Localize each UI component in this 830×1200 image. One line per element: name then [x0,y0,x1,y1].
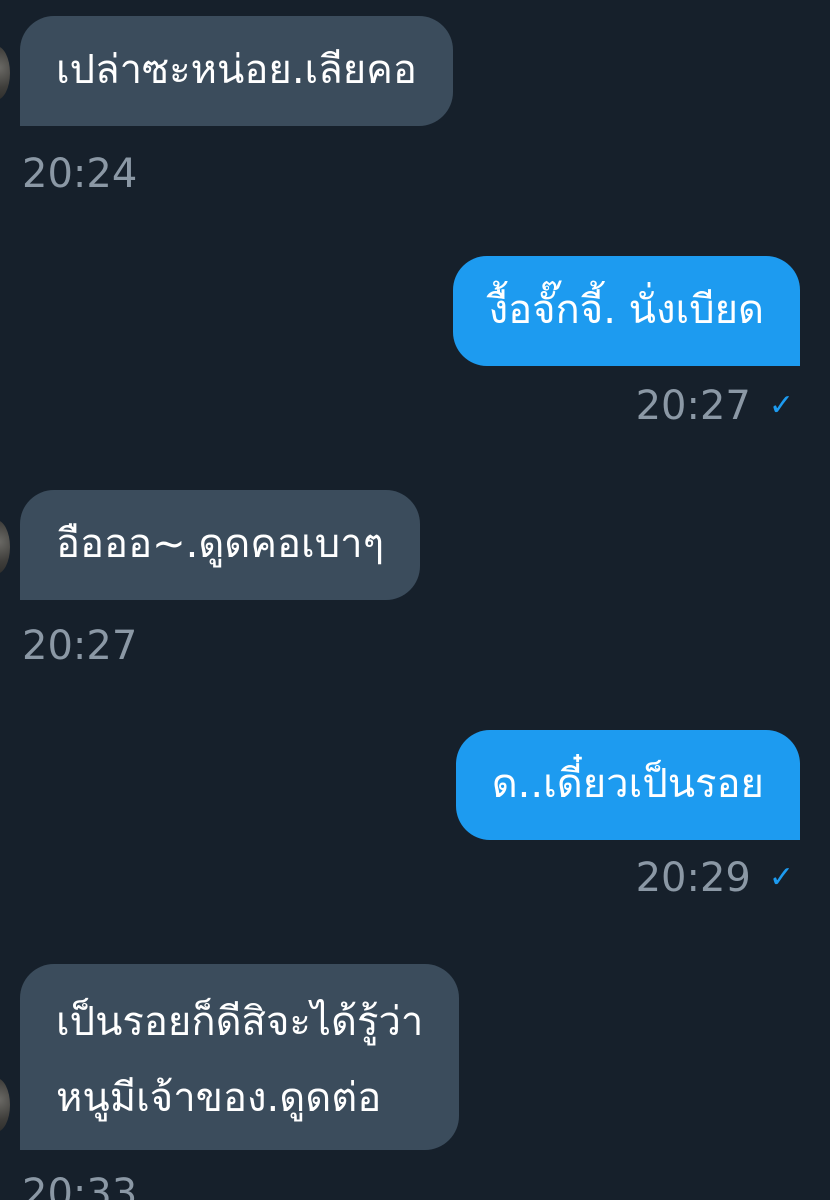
check-icon: ✓ [768,860,794,895]
incoming-message-bubble[interactable]: อือออ~.ดูดคอเบาๆ [20,490,421,600]
message-text: อือออ~.ดูดคอเบาๆ [56,521,385,567]
sender-avatar[interactable] [0,46,10,100]
sender-avatar[interactable] [0,520,10,574]
outgoing-message-bubble[interactable]: งื้อจั๊กจี้. นั่งเบียด [452,256,800,366]
message-text: เปล่าซะหน่อย.เลียคอ [56,47,417,93]
message-timestamp: 20:27 [22,623,138,669]
message-timestamp: 20:27 ✓ [635,383,794,429]
incoming-message-bubble[interactable]: เป็นรอยก็ดีสิจะได้รู้ว่า หนูมีเจ้าของ.ดู… [20,964,460,1150]
check-icon: ✓ [768,388,794,423]
sender-avatar[interactable] [0,1078,10,1132]
outgoing-message-bubble[interactable]: ด..เดี๋ยวเป็นรอย [455,730,800,840]
message-text-line: เป็นรอยก็ดีสิจะได้รู้ว่า [56,999,424,1045]
message-timestamp: 20:33 [22,1171,138,1200]
message-text-line: หนูมีเจ้าของ.ดูดต่อ [56,1075,382,1121]
message-timestamp: 20:29 ✓ [635,855,794,901]
incoming-message-bubble[interactable]: เปล่าซะหน่อย.เลียคอ [20,16,453,126]
message-text: ด..เดี๋ยวเป็นรอย [491,761,764,807]
message-text: งื้อจั๊กจี้. นั่งเบียด [488,287,764,333]
message-timestamp: 20:24 [22,151,138,197]
chat-thread[interactable]: เปล่าซะหน่อย.เลียคอ 20:24 งื้อจั๊กจี้. น… [0,0,830,1200]
